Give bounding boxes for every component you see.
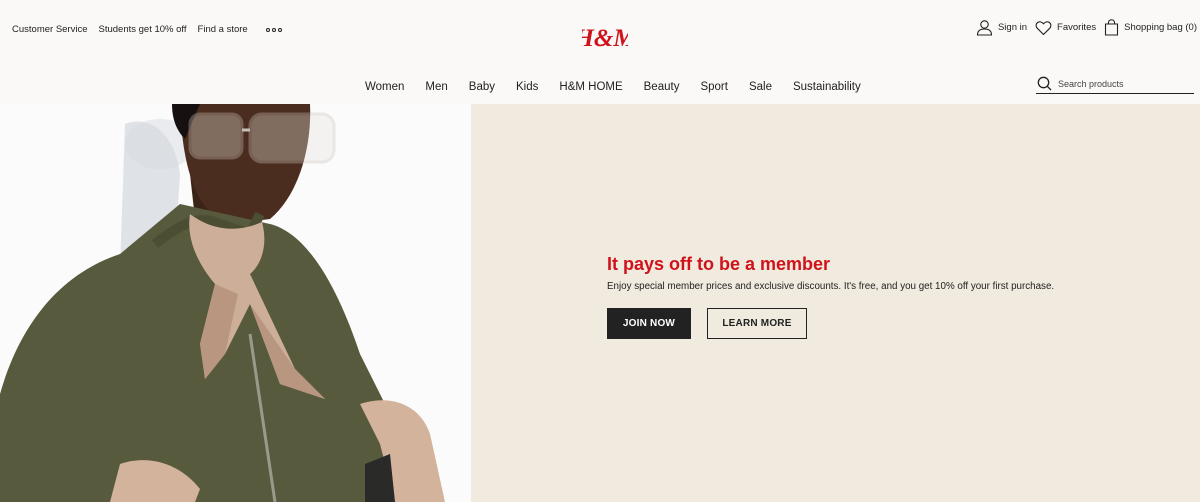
utility-links: Customer Service Students get 10% off Fi… xyxy=(12,24,282,35)
nav-item-kids[interactable]: Kids xyxy=(516,81,538,93)
hero-section: It pays off to be a member Enjoy special… xyxy=(0,104,1200,502)
logo-text: H&M xyxy=(582,25,628,52)
site-header: Customer Service Students get 10% off Fi… xyxy=(0,0,1200,104)
shopping-bag-icon xyxy=(1105,19,1119,36)
hm-logo[interactable]: H&M xyxy=(582,21,628,53)
search-icon[interactable] xyxy=(1037,76,1052,91)
nav-item-hm-home[interactable]: H&M HOME xyxy=(559,81,622,93)
shopping-bag-label: Shopping bag (0) xyxy=(1124,22,1197,33)
sign-in-label: Sign in xyxy=(997,22,1028,33)
nav-item-men[interactable]: Men xyxy=(425,81,447,93)
sign-in-link[interactable]: Sign in xyxy=(976,19,1027,36)
account-links: Sign in Favorites Shopping bag (0) xyxy=(968,19,1197,36)
favorites-label: Favorites xyxy=(1057,22,1097,33)
promo-title: It pays off to be a member xyxy=(607,254,831,274)
user-icon xyxy=(976,20,993,36)
nav-item-baby[interactable]: Baby xyxy=(469,81,495,93)
hero-model-image xyxy=(0,104,471,502)
nav-item-sale[interactable]: Sale xyxy=(749,81,772,93)
nav-item-sport[interactable]: Sport xyxy=(700,81,728,93)
students-discount-link[interactable]: Students get 10% off xyxy=(99,24,187,35)
main-nav: Women Men Baby Kids H&M HOME Beauty Spor… xyxy=(365,81,882,93)
nav-item-women[interactable]: Women xyxy=(365,81,404,93)
learn-more-button[interactable]: LEARN MORE xyxy=(707,308,807,339)
find-store-link[interactable]: Find a store xyxy=(198,24,248,35)
promo-text: Enjoy special member prices and exclusiv… xyxy=(607,281,1055,292)
join-now-button[interactable]: JOIN NOW xyxy=(607,308,691,339)
ellipsis-icon[interactable] xyxy=(265,27,282,32)
heart-icon xyxy=(1035,20,1052,35)
model-illustration xyxy=(0,104,471,502)
nav-item-sustainability[interactable]: Sustainability xyxy=(793,81,861,93)
favorites-link[interactable]: Favorites xyxy=(1035,20,1096,36)
nav-item-beauty[interactable]: Beauty xyxy=(644,81,680,93)
search-bar xyxy=(1036,74,1194,94)
shopping-bag-link[interactable]: Shopping bag (0) xyxy=(1104,19,1197,36)
search-input[interactable] xyxy=(1058,78,1188,89)
member-promo-panel: It pays off to be a member Enjoy special… xyxy=(471,104,1200,502)
customer-service-link[interactable]: Customer Service xyxy=(12,24,88,35)
